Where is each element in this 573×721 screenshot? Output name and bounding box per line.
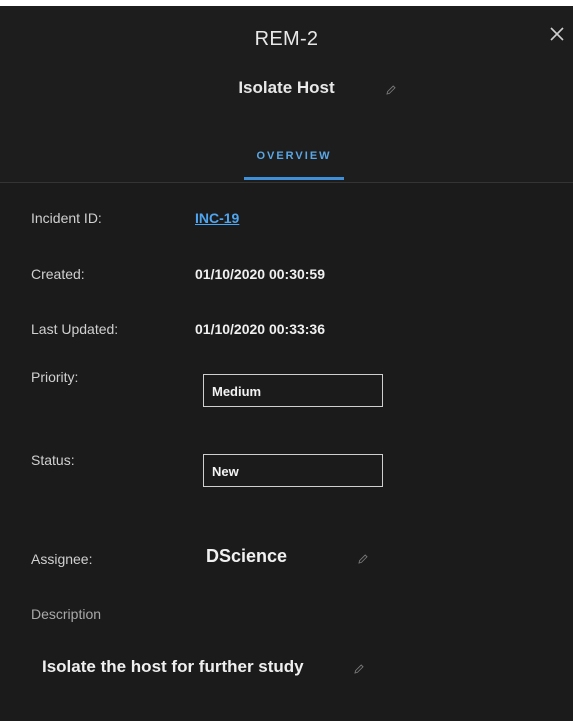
edit-assignee-pencil-icon[interactable] <box>357 553 369 565</box>
status-label: Status: <box>31 452 75 468</box>
priority-select[interactable]: Medium <box>203 374 383 407</box>
tab-overview-underline <box>244 177 344 180</box>
edit-name-pencil-icon[interactable] <box>385 84 397 96</box>
page-title: REM-2 <box>254 28 319 50</box>
status-select[interactable]: New <box>203 454 383 487</box>
created-value: 01/10/2020 00:30:59 <box>195 266 325 282</box>
header-divider <box>0 182 573 183</box>
close-icon[interactable] <box>547 24 567 44</box>
last-updated-value: 01/10/2020 00:33:36 <box>195 321 325 337</box>
assignee-label: Assignee: <box>31 551 93 567</box>
subtitle-row: Isolate Host <box>0 78 573 98</box>
description-label: Description <box>31 606 102 622</box>
description-value: Isolate the host for further study <box>42 657 304 676</box>
incident-id-link[interactable]: INC-19 <box>195 210 239 226</box>
created-label: Created: <box>31 266 85 282</box>
edit-description-pencil-icon[interactable] <box>353 663 365 675</box>
incident-detail-panel: REM-2 Isolate Host OVERVIEW Incident ID:… <box>0 6 573 721</box>
priority-label: Priority: <box>31 369 79 385</box>
assignee-value: DScience <box>206 546 288 566</box>
remediation-name: Isolate Host <box>238 78 335 97</box>
tab-overview[interactable]: OVERVIEW <box>244 150 344 162</box>
last-updated-label: Last Updated: <box>31 321 119 337</box>
incident-id-label: Incident ID: <box>31 210 102 226</box>
panel-header: REM-2 Isolate Host OVERVIEW <box>0 6 573 182</box>
